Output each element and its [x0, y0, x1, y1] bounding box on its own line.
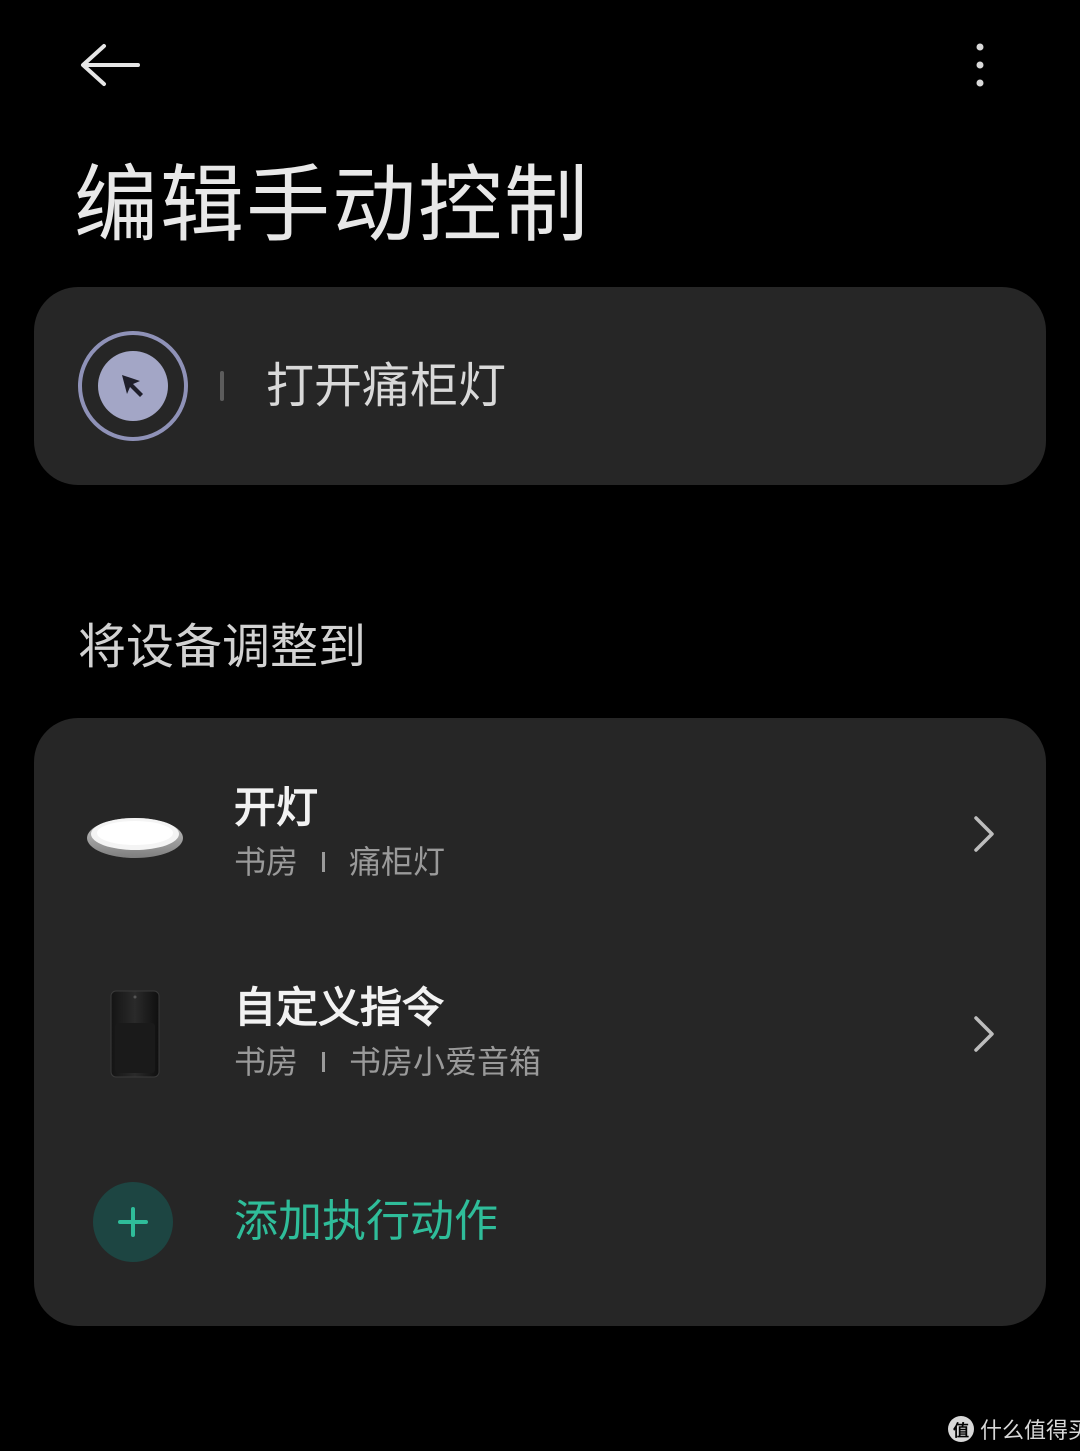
actions-card: 开灯 书房 痛柜灯 自定义指令 书房 书房小爱音箱 添加执行动作: [34, 718, 1046, 1326]
action-device: 书房小爱音箱: [349, 1043, 542, 1081]
section-heading: 将设备调整到: [78, 619, 367, 675]
smart-speaker-icon: [110, 990, 160, 1078]
chevron-right-icon: [974, 816, 994, 852]
scene-name-input[interactable]: 打开痛柜灯: [266, 351, 1006, 421]
action-title: 自定义指令: [234, 983, 445, 1032]
subtitle-separator: [322, 852, 326, 872]
chevron-right-icon: [974, 1016, 994, 1052]
action-room: 书房: [234, 843, 299, 881]
action-subtitle: 书房 痛柜灯: [234, 840, 445, 884]
action-device: 痛柜灯: [349, 843, 446, 881]
add-action-label: 添加执行动作: [234, 1196, 498, 1247]
scene-icon-picker[interactable]: [78, 331, 188, 441]
scene-name-card: 打开痛柜灯: [34, 287, 1046, 485]
top-bar: [0, 0, 1080, 130]
more-options-button[interactable]: [950, 30, 1010, 100]
subtitle-separator: [322, 1052, 326, 1072]
watermark-text: 什么值得买: [980, 1419, 1080, 1444]
action-item-turn-on-light[interactable]: 开灯 书房 痛柜灯: [34, 734, 1046, 934]
arrow-left-icon: [81, 44, 140, 86]
action-title: 开灯: [234, 783, 319, 832]
device-thumbnail: [80, 734, 190, 934]
action-room: 书房: [234, 1043, 299, 1081]
plus-icon: [118, 1207, 148, 1237]
watermark-badge: 值: [948, 1416, 974, 1442]
back-button[interactable]: [70, 30, 150, 100]
watermark: 值 什么值得买: [948, 1412, 1080, 1446]
add-circle: [93, 1182, 173, 1262]
ceiling-light-icon: [87, 818, 183, 858]
add-action-button[interactable]: 添加执行动作: [34, 1146, 1046, 1296]
action-subtitle: 书房 书房小爱音箱: [234, 1040, 541, 1084]
scene-icon-background: [98, 351, 168, 421]
page-title: 编辑手动控制: [74, 156, 591, 254]
action-item-custom-command[interactable]: 自定义指令 书房 书房小爱音箱: [34, 934, 1046, 1134]
cursor-pointer-icon: [122, 375, 143, 397]
more-vertical-icon: [976, 43, 984, 87]
device-thumbnail: [80, 934, 190, 1134]
text-cursor: [220, 371, 224, 401]
